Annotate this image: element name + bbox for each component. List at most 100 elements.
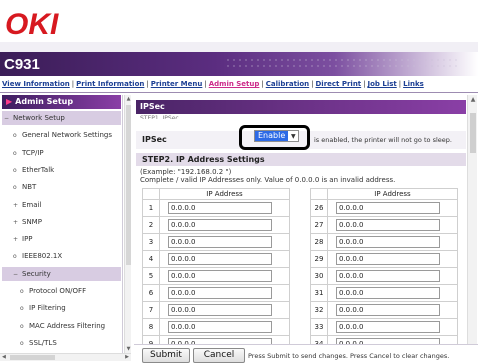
arrow-right-icon: ▶ xyxy=(6,97,13,106)
scroll-down-icon[interactable]: ▼ xyxy=(126,346,131,352)
table-row: 6 0.0.0.0 xyxy=(142,284,290,302)
ip-address-cell: 0.0.0.0 xyxy=(327,267,458,285)
ip-address-input[interactable]: 0.0.0.0 xyxy=(168,236,272,248)
printer-web-page: OKI C931 View Information | Print Informat… xyxy=(0,0,478,363)
nav-link-calibration[interactable]: Calibration xyxy=(266,80,309,88)
oki-logo: OKI xyxy=(5,8,59,41)
sidebar-item-ipp[interactable]: + IPP xyxy=(2,232,121,246)
ip-address-cell: 0.0.0.0 xyxy=(327,233,458,251)
ip-address-input[interactable]: 0.0.0.0 xyxy=(336,270,440,282)
table-row: 32 0.0.0.0 xyxy=(310,301,458,319)
step2-heading: STEP2. IP Address Settings xyxy=(136,153,466,166)
action-note: Press Submit to send changes. Press Canc… xyxy=(248,352,450,360)
sidebar-item-general-network-settings[interactable]: o General Network Settings xyxy=(2,128,121,142)
nav-link-print-information[interactable]: Print Information xyxy=(76,80,144,88)
ip-address-input[interactable]: 0.0.0.0 xyxy=(336,287,440,299)
header-blank xyxy=(142,188,160,200)
nav-separator: | xyxy=(311,80,314,88)
scroll-left-icon[interactable]: ◀ xyxy=(2,354,6,360)
sidebar-item-tcp-ip[interactable]: o TCP/IP xyxy=(2,146,121,160)
scroll-thumb[interactable] xyxy=(10,355,55,360)
scroll-up-icon[interactable]: ▲ xyxy=(469,96,477,103)
sidebar-item-ethertalk[interactable]: o EtherTalk xyxy=(2,163,121,177)
ip-address-input[interactable]: 0.0.0.0 xyxy=(168,202,272,214)
cancel-button[interactable]: Cancel xyxy=(193,348,245,363)
bullet-icon: o xyxy=(20,288,24,295)
sidebar-item-ssl-tls[interactable]: o SSL/TLS xyxy=(2,336,121,350)
ip-address-cell: 0.0.0.0 xyxy=(159,267,290,285)
top-navigation: View Information | Print Information | Print… xyxy=(2,80,478,92)
sidebar-item-label: TCP/IP xyxy=(22,148,44,157)
row-number: 33 xyxy=(310,318,328,336)
ip-address-input[interactable]: 0.0.0.0 xyxy=(336,304,440,316)
sidebar-item-security[interactable]: − Security xyxy=(2,266,121,281)
step1-heading-clipped: STEP1. IPSec xyxy=(140,115,179,119)
sidebar-item-mac-address-filtering[interactable]: o MAC Address Filtering xyxy=(2,319,121,333)
sidebar-item-ieee802-1x[interactable]: o IEEE802.1X xyxy=(2,249,121,263)
header-blank xyxy=(310,188,328,200)
expand-icon: + xyxy=(13,201,19,209)
sidebar-item-label: IPP xyxy=(22,235,33,244)
ip-address-cell: 0.0.0.0 xyxy=(159,216,290,234)
scroll-thumb[interactable] xyxy=(126,105,131,265)
row-number: 2 xyxy=(142,216,160,234)
sidebar-header: ▶ Admin Setup xyxy=(2,95,121,109)
sidebar-item-label: SSL/TLS xyxy=(29,338,57,347)
sidebar-item-label: Email xyxy=(22,200,42,209)
row-number: 28 xyxy=(310,233,328,251)
ipsec-note: is enabled, the printer will not go to s… xyxy=(314,136,452,144)
sidebar-item-snmp[interactable]: + SNMP xyxy=(2,215,121,229)
sidebar-item-nbt[interactable]: o NBT xyxy=(2,180,121,194)
table-row: 7 0.0.0.0 xyxy=(142,301,290,319)
row-number: 6 xyxy=(142,284,160,302)
nav-link-view-information[interactable]: View Information xyxy=(2,80,70,88)
nav-link-printer-menu[interactable]: Printer Menu xyxy=(151,80,203,88)
sidebar-item-label: EtherTalk xyxy=(22,165,55,174)
ip-address-input[interactable]: 0.0.0.0 xyxy=(168,287,272,299)
ip-address-input[interactable]: 0.0.0.0 xyxy=(336,321,440,333)
main-vertical-scrollbar[interactable]: ▲▼ xyxy=(467,95,477,353)
sidebar-item-ip-filtering[interactable]: o IP Filtering xyxy=(2,301,121,315)
model-name: C931 xyxy=(4,56,40,73)
nav-separator: | xyxy=(146,80,149,88)
table-row: 8 0.0.0.0 xyxy=(142,318,290,336)
ip-address-cell: 0.0.0.0 xyxy=(159,301,290,319)
collapse-icon: − xyxy=(4,115,10,122)
nav-separator: | xyxy=(71,80,75,88)
sidebar-item-network-setup[interactable]: − Network Setup xyxy=(2,111,121,125)
row-number: 5 xyxy=(142,267,160,285)
nav-link-job-list[interactable]: Job List xyxy=(368,80,397,88)
sidebar-item-email[interactable]: + Email xyxy=(2,198,121,212)
sidebar: ▶ Admin Setup − Network Setup o General Netw… xyxy=(0,95,123,360)
sidebar-item-label: General Network Settings xyxy=(22,131,112,140)
ip-address-input[interactable]: 0.0.0.0 xyxy=(168,304,272,316)
ip-address-input[interactable]: 0.0.0.0 xyxy=(336,202,440,214)
model-banner xyxy=(0,52,478,76)
sidebar-vertical-scrollbar[interactable]: ▲ ▼ xyxy=(124,95,131,353)
ip-address-input[interactable]: 0.0.0.0 xyxy=(168,321,272,333)
ip-address-input[interactable]: 0.0.0.0 xyxy=(168,253,272,265)
bullet-icon: o xyxy=(20,339,24,347)
ip-address-input[interactable]: 0.0.0.0 xyxy=(336,219,440,231)
ip-address-input[interactable]: 0.0.0.0 xyxy=(168,270,272,282)
column-header: IP Address xyxy=(159,188,290,200)
bullet-icon: o xyxy=(13,166,17,174)
row-number: 8 xyxy=(142,318,160,336)
nav-link-direct-print[interactable]: Direct Print xyxy=(316,80,362,88)
banner-dot-pattern xyxy=(225,57,460,71)
expand-icon: + xyxy=(13,236,19,244)
scroll-up-icon[interactable]: ▲ xyxy=(126,96,131,102)
submit-button[interactable]: Submit xyxy=(142,348,190,363)
row-number: 4 xyxy=(142,250,160,268)
ip-address-table-right: IP Address 26 0.0.0.0 27 0.0.0.0 28 0.0.0.0 29… xyxy=(310,188,458,353)
scroll-right-icon[interactable]: ▶ xyxy=(125,354,129,360)
sidebar-horizontal-scrollbar[interactable]: ◀ ▶ xyxy=(0,353,131,361)
ip-address-input[interactable]: 0.0.0.0 xyxy=(168,219,272,231)
ip-address-input[interactable]: 0.0.0.0 xyxy=(336,236,440,248)
sidebar-item-protocol-on-off[interactable]: o Protocol ON/OFF xyxy=(2,284,121,298)
ip-address-input[interactable]: 0.0.0.0 xyxy=(336,253,440,265)
sidebar-item-label: Network Setup xyxy=(13,114,65,122)
nav-link-links[interactable]: Links xyxy=(403,80,424,88)
nav-link-admin-setup[interactable]: Admin Setup xyxy=(209,80,260,88)
scroll-thumb[interactable] xyxy=(470,113,476,153)
